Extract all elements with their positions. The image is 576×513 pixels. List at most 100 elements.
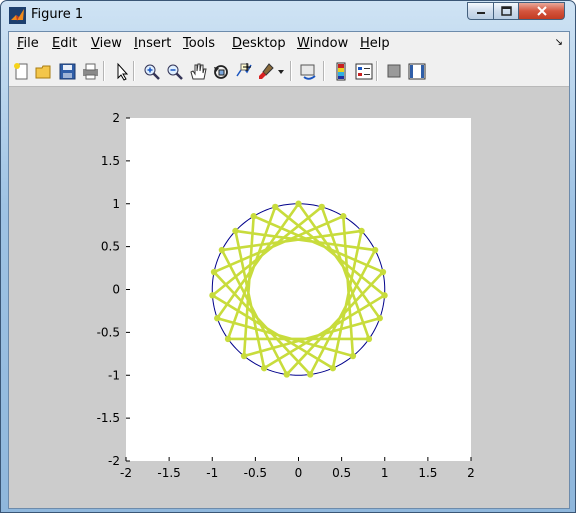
- toolbar-separator: [376, 61, 378, 81]
- figure-client: File Edit View Insert Tools Desktop Window Help…: [8, 31, 570, 509]
- y-tick-label: -2: [108, 454, 120, 468]
- save-icon: [59, 63, 75, 79]
- pointer-icon: [117, 62, 128, 81]
- pan-hand-button[interactable]: [186, 60, 208, 82]
- minimize-icon: [476, 12, 485, 14]
- link-plot-icon: [300, 64, 316, 80]
- show-plot-tools-button[interactable]: [406, 60, 428, 82]
- series-star-vertex-marker: [371, 246, 379, 254]
- series-star-vertex-marker: [283, 371, 290, 378]
- legend-icon: [355, 63, 372, 79]
- close-icon: [536, 6, 547, 16]
- series-star-vertex-marker: [224, 335, 232, 343]
- new-figure-button[interactable]: [10, 60, 32, 82]
- series-star-vertex-marker: [232, 227, 239, 235]
- brush-button[interactable]: [255, 60, 277, 82]
- menu-file[interactable]: File: [17, 36, 39, 51]
- series-star-vertex-marker: [318, 203, 325, 211]
- toolbar-separator: [290, 61, 292, 81]
- x-tick-label: -1.5: [157, 466, 180, 480]
- window-title: Figure 1: [31, 7, 84, 22]
- pointer-button[interactable]: [110, 60, 132, 82]
- brush-dropdown-icon: [278, 69, 284, 74]
- hide-plot-tools-button[interactable]: [383, 60, 405, 82]
- legend-button[interactable]: [353, 60, 375, 82]
- menu-window[interactable]: Window: [297, 36, 348, 51]
- rotate-3d-button[interactable]: [209, 60, 231, 82]
- zoom-out-icon: [167, 64, 183, 80]
- series-star-vertex-marker: [358, 227, 365, 235]
- series-star-vertex-marker: [218, 246, 226, 254]
- maximize-icon: [500, 6, 512, 16]
- zoom-in-icon: [144, 64, 160, 80]
- figure-canvas[interactable]: -2 -1.5 -1 -0.5 0 0.5 1 1.5 2 2 1.5 1 0.5 0 -0.5 -1 -1.5…: [9, 87, 569, 508]
- brush-icon: [258, 62, 274, 79]
- link-plot-button[interactable]: [297, 60, 319, 82]
- x-tick-label: -1: [206, 466, 218, 480]
- series-star-vertex-marker: [250, 213, 257, 220]
- print-icon: [82, 63, 98, 79]
- y-tick-label: 0.5: [101, 240, 120, 254]
- series-star-vertex-marker: [209, 292, 216, 299]
- y-tick-label: -1.5: [97, 411, 120, 425]
- series-star-vertex-marker: [329, 364, 337, 372]
- hide-plot-tools-icon: [387, 64, 400, 77]
- close-button[interactable]: [518, 2, 565, 20]
- show-plot-tools-icon: [408, 63, 425, 79]
- figure-toolbar: [9, 56, 569, 87]
- series-star-vertex-marker: [349, 352, 357, 360]
- x-tick-label: 0.5: [332, 466, 351, 480]
- plot-svg: -2 -1.5 -1 -0.5 0 0.5 1 1.5 2 2 1.5 1 0.5 0 -0.5 -1 -1.5…: [97, 111, 475, 480]
- title-bar[interactable]: Figure 1: [1, 1, 575, 31]
- y-tick-label: 1: [112, 197, 120, 211]
- menu-view[interactable]: View: [91, 36, 122, 51]
- menu-help[interactable]: Help: [360, 36, 390, 51]
- axes-background[interactable]: [126, 118, 471, 461]
- x-tick-label: -0.5: [244, 466, 267, 480]
- x-tick-label: -2: [120, 466, 132, 480]
- colorbar-button[interactable]: [330, 60, 352, 82]
- minimize-button[interactable]: [467, 2, 494, 20]
- menu-desktop[interactable]: Desktop: [232, 36, 286, 51]
- series-star-vertex-marker: [240, 352, 248, 360]
- x-tick-label: 2: [467, 466, 475, 480]
- y-tick-label: -1: [108, 368, 120, 382]
- x-tick-label: 1.5: [418, 466, 437, 480]
- save-button[interactable]: [56, 60, 78, 82]
- series-star-vertex-marker: [379, 268, 387, 276]
- new-figure-icon: [13, 62, 27, 79]
- toolbar-separator: [103, 61, 105, 81]
- open-file-icon: [35, 65, 50, 78]
- series-star-vertex-marker: [307, 371, 314, 378]
- y-tick-label: 0: [112, 283, 120, 297]
- series-star-vertex-marker: [272, 203, 279, 211]
- toolbar-separator: [323, 61, 325, 81]
- data-cursor-icon: [235, 62, 252, 76]
- y-tick-label: 2: [112, 111, 120, 125]
- series-star-vertex-marker: [376, 315, 383, 322]
- menu-dock-arrow-icon[interactable]: ↘: [555, 37, 563, 48]
- menu-bar: File Edit View Insert Tools Desktop Window Help…: [9, 32, 569, 56]
- data-cursor-button[interactable]: [232, 60, 254, 82]
- open-file-button[interactable]: [33, 60, 55, 82]
- menu-edit[interactable]: Edit: [52, 36, 77, 51]
- series-star-vertex-marker: [381, 292, 388, 299]
- zoom-out-button[interactable]: [163, 60, 185, 82]
- series-star-vertex-marker: [210, 268, 218, 276]
- matlab-logo-icon: [9, 7, 26, 24]
- menu-tools[interactable]: Tools: [183, 36, 215, 51]
- series-star-vertex-marker: [340, 213, 347, 220]
- series-star-vertex-marker: [365, 335, 373, 343]
- zoom-in-button[interactable]: [140, 60, 162, 82]
- brush-dropdown-button[interactable]: [275, 60, 287, 82]
- series-star-vertex-marker: [260, 364, 268, 372]
- menu-insert[interactable]: Insert: [134, 36, 171, 51]
- maximize-button[interactable]: [493, 2, 519, 20]
- figure-window: Figure 1 File Edit View Insert Tools Desktop W…: [0, 0, 576, 513]
- series-star-vertex-marker: [214, 315, 221, 322]
- rotate-3d-icon: [213, 64, 228, 79]
- print-button[interactable]: [79, 60, 101, 82]
- x-tick-label: 1: [381, 466, 389, 480]
- pan-hand-icon: [189, 63, 207, 79]
- y-tick-label: 1.5: [101, 154, 120, 168]
